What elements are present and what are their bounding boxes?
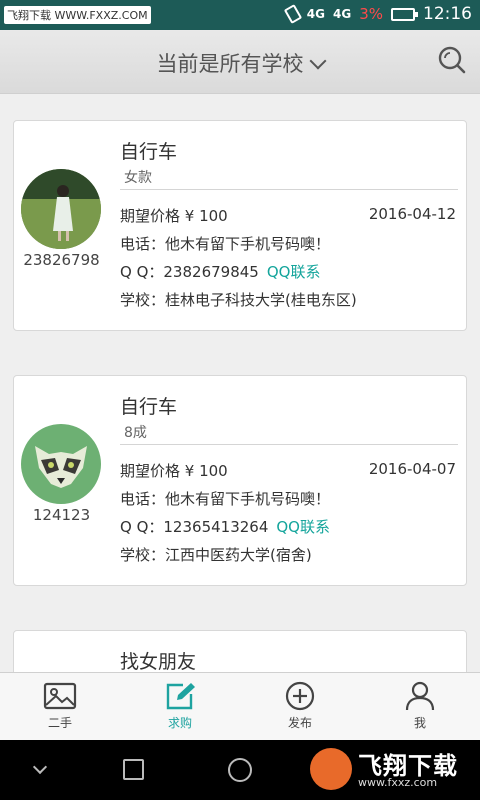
watermark: 飞翔下载 WWW.FXXZ.COM (4, 6, 151, 24)
bottom-tab-bar: 二手 求购 发布 我 (0, 672, 480, 740)
post-date: 2016-04-07 (368, 460, 456, 478)
school-text: 学校：桂林电子科技大学(桂电东区) (120, 291, 357, 309)
avatar[interactable] (21, 424, 101, 504)
divider (120, 444, 458, 445)
qq-contact-link[interactable]: QQ联系 (276, 518, 330, 536)
person-icon (405, 681, 435, 711)
tab-secondhand[interactable]: 二手 (0, 673, 120, 740)
image-icon (43, 682, 77, 710)
status-bar: 飞翔下载 WWW.FXXZ.COM 4G 4G 3% 12:16 (0, 0, 480, 30)
school-text: 学校：江西中医药大学(宿舍) (120, 546, 312, 564)
edit-icon (166, 683, 195, 710)
post-title: 自行车 (120, 396, 178, 418)
logo-icon (310, 748, 352, 790)
tab-label: 求购 (167, 716, 192, 730)
divider (120, 189, 458, 190)
school-selector[interactable]: 当前是所有学校 (0, 48, 480, 78)
battery-icon (391, 7, 418, 21)
tab-label: 我 (413, 716, 426, 730)
post-subtitle: 8成 (124, 425, 147, 441)
qq-label: Q Q： (120, 263, 164, 281)
back-icon[interactable] (32, 759, 48, 775)
tab-me[interactable]: 我 (360, 673, 480, 740)
plus-circle-icon (285, 681, 315, 711)
post-card[interactable]: 124123 自行车 8成 期望价格 ¥ 100 2016-04-07 电话：他… (13, 375, 467, 586)
app-header: 当前是所有学校 (0, 30, 480, 94)
page-title: 当前是所有学校 (156, 52, 304, 76)
post-title: 自行车 (120, 141, 178, 163)
network-indicator: 4G (306, 7, 325, 21)
tab-label: 发布 (287, 716, 312, 730)
network-indicator-2: 4G (333, 7, 352, 21)
qq-label: Q Q： (120, 518, 164, 536)
phone-text: 电话：他木有留下手机号码噢！ (120, 490, 331, 508)
battery-percent: 3% (359, 5, 383, 23)
post-card[interactable]: 23826798 自行车 女款 期望价格 ¥ 100 2016-04-12 电话… (13, 120, 467, 331)
tab-publish[interactable]: 发布 (240, 673, 360, 740)
qq-number: 12365413264 (163, 518, 269, 536)
user-id: 23826798 (23, 251, 100, 269)
clock: 12:16 (423, 4, 472, 24)
user-id: 124123 (32, 506, 91, 524)
post-subtitle: 女款 (124, 170, 152, 186)
avatar[interactable] (21, 169, 101, 249)
phone-text: 电话：他木有留下手机号码噢！ (120, 235, 331, 253)
recent-apps-icon[interactable] (123, 759, 144, 780)
search-icon[interactable] (438, 46, 466, 74)
post-list[interactable]: 23826798 自行车 女款 期望价格 ¥ 100 2016-04-12 电话… (0, 95, 480, 672)
brand-url: www.fxxz.com (358, 776, 438, 789)
tab-label: 二手 (47, 716, 72, 730)
watermark-logo: 飞翔下载 www.fxxz.com (310, 744, 470, 794)
vibrate-icon (283, 4, 302, 24)
home-icon[interactable] (228, 758, 252, 782)
chevron-down-icon (309, 52, 326, 70)
qq-row: Q Q：2382679845 QQ联系 (120, 261, 456, 282)
tab-wanted[interactable]: 求购 (120, 673, 240, 740)
post-card[interactable]: 找女朋友 (13, 630, 467, 672)
system-nav-bar: 飞翔下载 www.fxxz.com (0, 740, 480, 800)
post-date: 2016-04-12 (368, 205, 456, 223)
qq-contact-link[interactable]: QQ联系 (267, 263, 321, 281)
qq-row: Q Q：12365413264 QQ联系 (120, 516, 456, 537)
post-title: 找女朋友 (120, 651, 197, 672)
qq-number: 2382679845 (163, 263, 259, 281)
